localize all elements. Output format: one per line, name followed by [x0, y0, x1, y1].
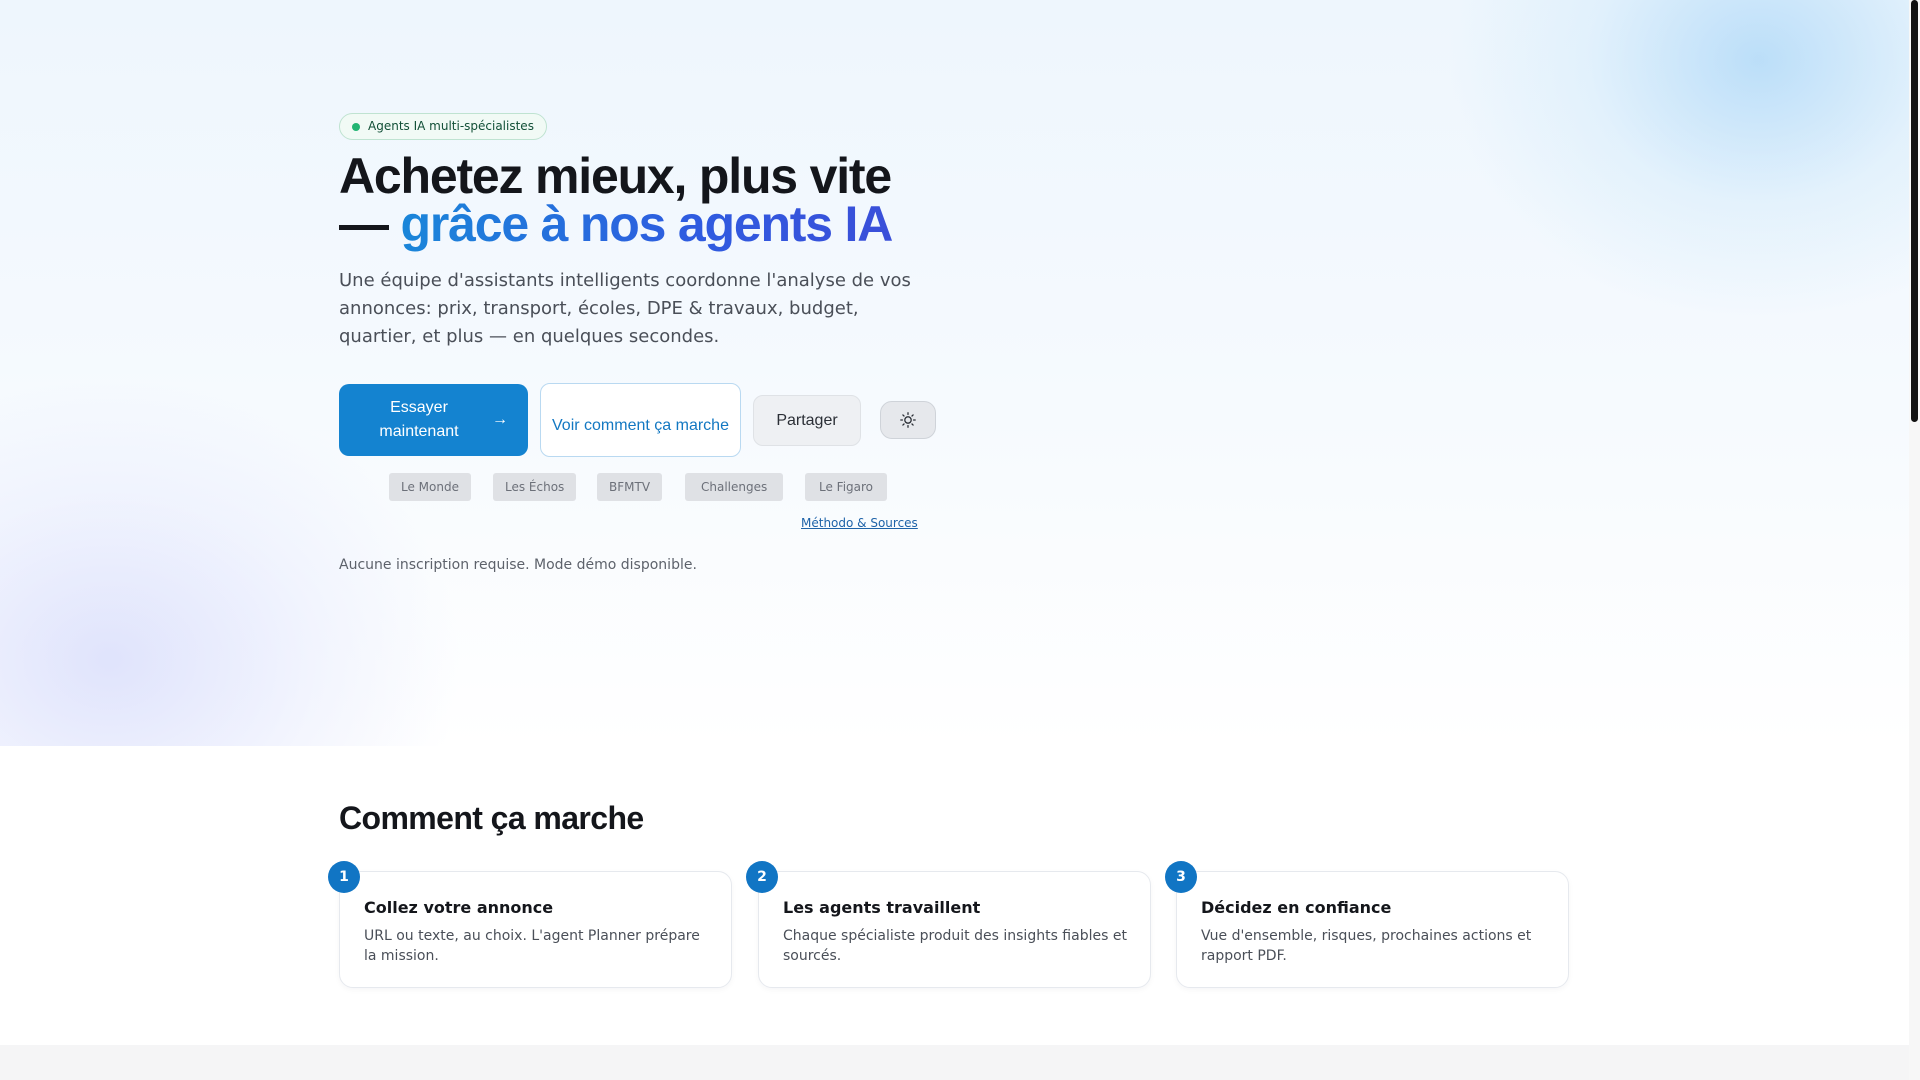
- hero-headline: Achetez mieux, plus vite — grâce à nos a…: [339, 151, 979, 249]
- hero-subtitle: Une équipe d'assistants intelligents coo…: [339, 270, 911, 347]
- step-description: Vue d'ensemble, risques, prochaines acti…: [1201, 928, 1532, 964]
- step-card-1: Collez votre annonce URL ou texte, au ch…: [339, 871, 732, 988]
- step-card-3: Décidez en confiance Vue d'ensemble, ris…: [1176, 871, 1569, 988]
- step-card-2: Les agents travaillent Chaque spécialist…: [758, 871, 1151, 988]
- sun-icon: [900, 412, 916, 428]
- how-it-works-button[interactable]: Voir comment ça marche: [540, 383, 741, 457]
- press-logo-les-echos: Les Échos: [493, 473, 577, 501]
- scrollbar-thumb[interactable]: [1911, 0, 1918, 422]
- page-scrollbar[interactable]: [1909, 0, 1920, 1080]
- status-dot-icon: [352, 123, 360, 131]
- how-it-works-title: Comment ça marche: [339, 800, 644, 836]
- arrow-right-icon: →: [492, 411, 508, 428]
- step-number-badge-1: 1: [328, 861, 360, 893]
- step-description: Chaque spécialiste produit des insights …: [783, 928, 1127, 964]
- hero-section: Agents IA multi-spécialistes Achetez mie…: [0, 0, 1909, 746]
- try-now-button[interactable]: Essayer maintenant →: [339, 384, 528, 456]
- theme-toggle-button[interactable]: [880, 401, 936, 439]
- press-logo-challenges: Challenges: [685, 473, 784, 501]
- step-title: Les agents travaillent: [783, 898, 981, 917]
- headline-accent: grâce à nos agents IA: [400, 196, 894, 252]
- hero-note: Aucune inscription requise. Mode démo di…: [339, 557, 697, 573]
- hero-badge-label: Agents IA multi-spécialistes: [368, 119, 534, 133]
- hero-badge: Agents IA multi-spécialistes: [339, 113, 547, 140]
- background-glow-right: [1449, 0, 1909, 320]
- step-title: Collez votre annonce: [364, 898, 554, 917]
- method-sources-link[interactable]: Méthodo & Sources: [801, 516, 918, 530]
- try-now-label: Essayer maintenant: [379, 399, 459, 440]
- step-number-badge-2: 2: [746, 861, 778, 893]
- landing-page: Agents IA multi-spécialistes Achetez mie…: [0, 0, 1909, 1080]
- headline-dash: —: [339, 196, 401, 252]
- press-logo-le-figaro: Le Figaro: [805, 473, 888, 501]
- press-logo-bfmtv: BFMTV: [597, 473, 663, 501]
- share-button[interactable]: Partager: [753, 395, 861, 446]
- step-description: URL ou texte, au choix. L'agent Planner …: [364, 928, 700, 964]
- step-number-badge-3: 3: [1165, 861, 1197, 893]
- next-section-edge: [0, 1045, 1909, 1080]
- step-title: Décidez en confiance: [1201, 898, 1392, 917]
- press-logo-le-monde: Le Monde: [389, 473, 471, 501]
